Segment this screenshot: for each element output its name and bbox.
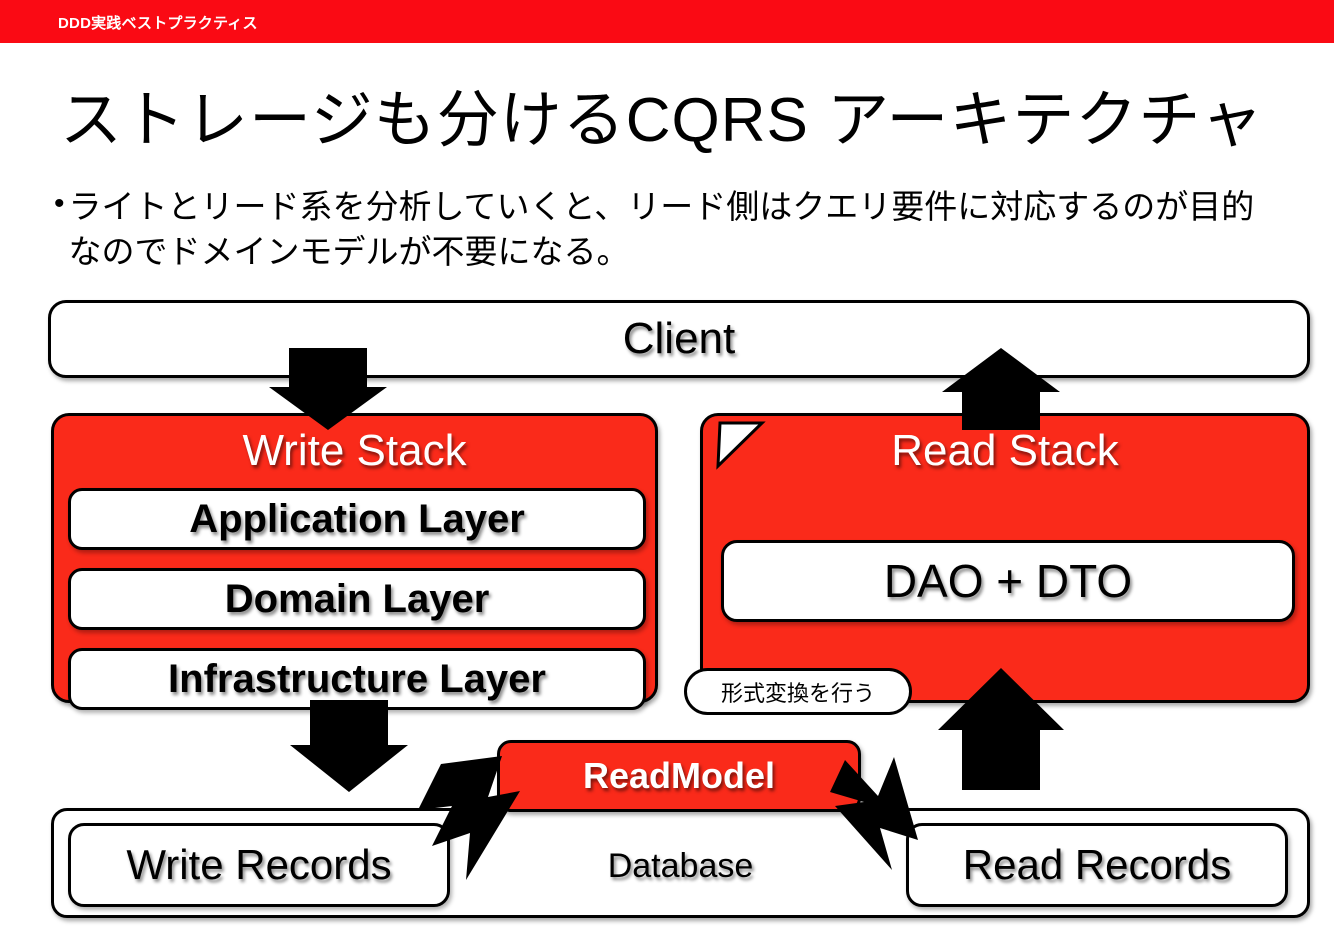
callout-label: 形式変換を行う (720, 680, 875, 706)
read-records-box: Read Records (906, 823, 1288, 907)
infrastructure-layer-label: Infrastructure Layer (168, 656, 546, 701)
page-title: ストレージも分けるCQRS アーキテクチャ (60, 86, 1264, 155)
write-records-box: Write Records (68, 823, 450, 907)
read-model-label: ReadModel (582, 755, 776, 796)
callout-bubble: 形式変換を行う (684, 668, 912, 715)
dao-dto-label: DAO + DTO (883, 555, 1133, 607)
write-stack-title: Write Stack (242, 426, 467, 475)
bullet-marker-icon: • (54, 187, 65, 220)
database-box: Database Write Records Read Records (51, 808, 1310, 918)
write-records-label: Write Records (126, 841, 392, 888)
infrastructure-layer-box: Infrastructure Layer (68, 648, 646, 710)
application-layer-label: Application Layer (189, 496, 525, 541)
bullet-row: • ライトとリード系を分析していくと、リード側はクエリ要件に対応するのが目的なの… (54, 184, 1314, 274)
read-stack-title: Read Stack (891, 426, 1119, 475)
header-title: DDD実践ベストプラクティス (58, 15, 258, 32)
write-stack-box: Write Stack Application Layer Domain Lay… (51, 413, 658, 710)
application-layer-box: Application Layer (68, 488, 646, 550)
read-records-label: Read Records (962, 841, 1232, 888)
dao-dto-box: DAO + DTO (721, 540, 1295, 622)
arrow-write-stack-to-database-icon (290, 700, 408, 792)
cqrs-architecture-diagram: Client Write Stack Application Layer Dom… (0, 290, 1334, 929)
read-stack-box: Read Stack DAO + DTO (700, 413, 1310, 703)
client-box: Client (48, 300, 1310, 378)
read-model-box: ReadModel (497, 740, 861, 812)
client-label: Client (622, 314, 736, 363)
domain-layer-box: Domain Layer (68, 568, 646, 630)
domain-layer-label: Domain Layer (224, 576, 490, 621)
bullet-text: ライトとリード系を分析していくと、リード側はクエリ要件に対応するのが目的なのでド… (68, 188, 1255, 270)
